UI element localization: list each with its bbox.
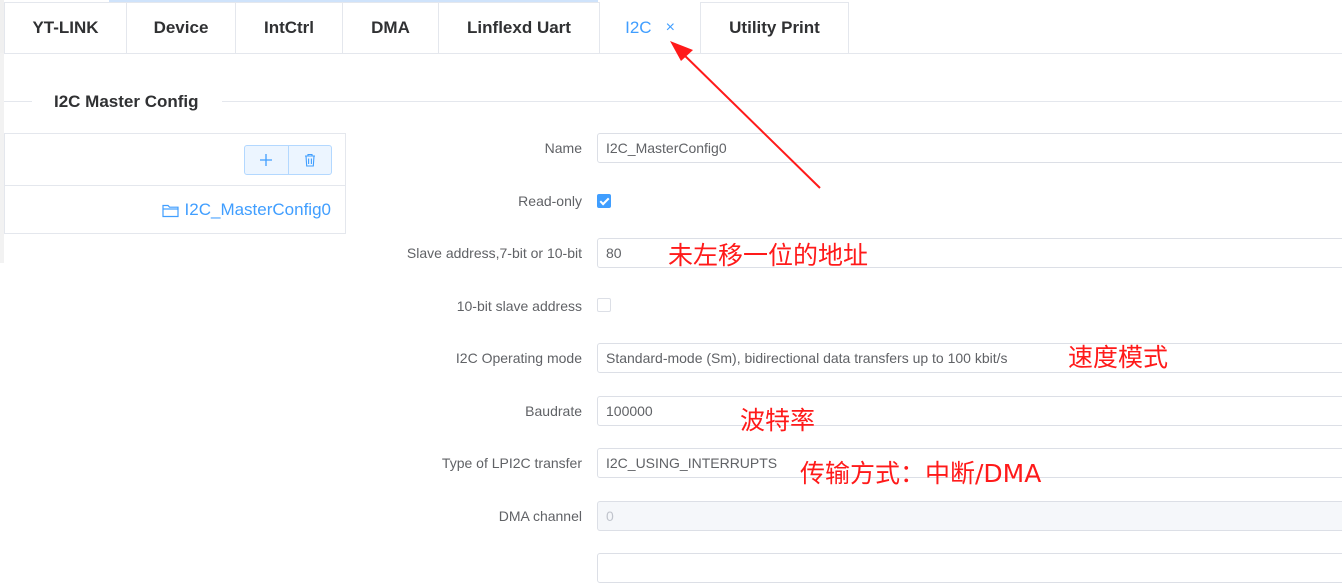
- arrow-line: [677, 48, 821, 189]
- arrow-head: [670, 41, 693, 61]
- annotation-arrow: [670, 41, 821, 189]
